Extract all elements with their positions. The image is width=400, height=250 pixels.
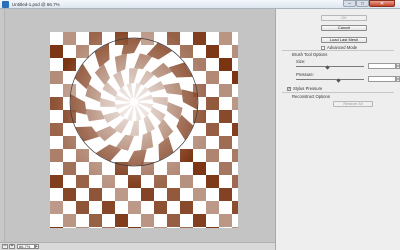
section-divider: [282, 50, 394, 51]
preview-canvas-area[interactable]: [5, 9, 275, 242]
options-panel: OK Cancel Load Last Mesh Advanced Mode B…: [275, 9, 400, 250]
brush-tool-options-heading: Brush Tool Options: [292, 52, 328, 57]
minimize-icon: –: [348, 0, 351, 7]
preview-image[interactable]: [50, 32, 238, 228]
zoom-in-button[interactable]: +: [9, 244, 15, 249]
warped-checkerboard-image: [50, 32, 238, 228]
window-title: Untitled-1.psd @ 66.7%: [12, 1, 60, 7]
size-dropdown-arrow[interactable]: ▾: [396, 63, 400, 69]
pressure-dropdown-arrow[interactable]: ▾: [396, 76, 400, 82]
pressure-value-field[interactable]: [368, 76, 396, 82]
section-divider: [282, 92, 394, 93]
size-label: Size:: [296, 59, 306, 64]
swirl-highlight: [50, 32, 238, 228]
maximize-icon: □: [360, 0, 365, 7]
stylus-pressure-checkbox[interactable]: [287, 86, 291, 92]
status-bar: – + 66.7% ▸: [0, 242, 275, 250]
pressure-slider-track[interactable]: [296, 79, 364, 80]
minimize-button[interactable]: –: [343, 0, 356, 7]
zoom-menu-arrow[interactable]: ▸: [35, 244, 39, 249]
zoom-out-button[interactable]: –: [2, 244, 8, 249]
close-icon: ✕: [379, 0, 385, 7]
zoom-level-field[interactable]: 66.7%: [17, 244, 35, 249]
pressure-slider-thumb[interactable]: [336, 78, 341, 83]
close-button[interactable]: ✕: [369, 0, 395, 7]
restore-all-button[interactable]: Restore All: [333, 101, 373, 107]
ok-button[interactable]: OK: [321, 15, 367, 21]
size-slider-track[interactable]: [296, 66, 364, 67]
reconstruct-options-heading: Reconstruct Options: [292, 94, 330, 99]
photoshop-app-icon: [2, 1, 9, 8]
pressure-label: Pressure:: [296, 72, 314, 77]
size-value-field[interactable]: [368, 63, 396, 69]
load-last-mesh-button[interactable]: Load Last Mesh: [321, 37, 367, 43]
stylus-pressure-label: Stylus Pressure: [293, 86, 323, 91]
cancel-button[interactable]: Cancel: [321, 25, 367, 31]
window-titlebar: Untitled-1.psd @ 66.7% – □ ✕: [0, 0, 400, 9]
maximize-button[interactable]: □: [356, 0, 369, 7]
